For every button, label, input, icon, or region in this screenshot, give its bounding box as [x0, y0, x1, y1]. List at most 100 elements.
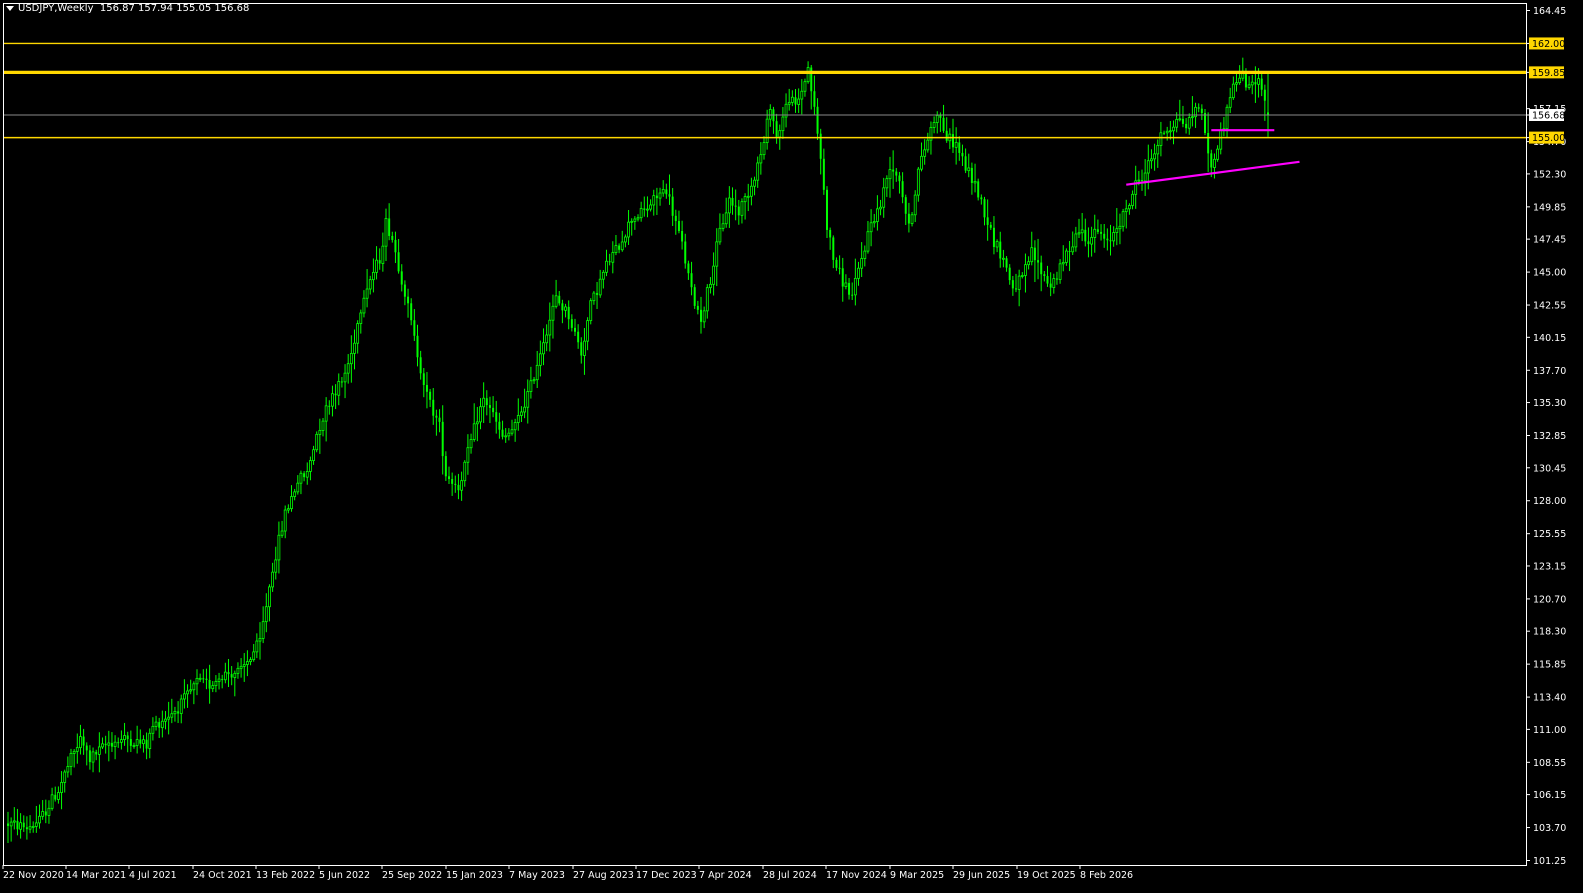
candle-body-bear: [904, 197, 907, 214]
candle-body-bull: [1231, 83, 1235, 99]
candle-body-bear: [939, 115, 942, 118]
candle-body-bear: [54, 794, 57, 800]
candle-body-bull: [932, 122, 936, 128]
candle-body-bear: [7, 823, 9, 826]
candle-body-bear: [1254, 82, 1257, 85]
candle-body-bear: [608, 261, 611, 263]
candle-body-bull: [47, 807, 51, 816]
candle-body-bull: [245, 661, 249, 665]
candle-body-bull: [702, 310, 706, 323]
price-chart[interactable]: 164.45157.15154.70152.30149.85147.45145.…: [0, 0, 1583, 893]
candle-body-bull: [727, 197, 731, 214]
ohlc-values: 156.87 157.94 155.05 156.68: [99, 3, 250, 14]
candle-body-bull: [195, 677, 199, 685]
candle-body-bull: [472, 423, 476, 440]
candle-body-bull: [866, 231, 870, 252]
candle-body-bear: [1200, 108, 1203, 113]
candle-body-bull: [1137, 179, 1141, 182]
dropdown-triangle-icon[interactable]: [6, 5, 14, 11]
candle-body-bull: [529, 380, 533, 392]
candle-body-bull: [885, 178, 889, 189]
candle-body-bull: [236, 667, 240, 674]
candle-body-bear: [558, 295, 561, 304]
level-price-label: 159.85: [1532, 68, 1565, 79]
candle-body-bear: [1043, 274, 1046, 277]
candle-body-bull: [75, 747, 79, 752]
candle-body-bull: [768, 108, 772, 120]
candle-body-bull: [132, 745, 136, 747]
candle-body-bull: [123, 735, 126, 741]
candle-body-bear: [378, 260, 381, 264]
y-tick-label: 152.30: [1533, 169, 1566, 180]
candle-body-bear: [1055, 278, 1058, 280]
candle-body-bear: [416, 335, 419, 358]
candle-body-bull: [551, 305, 555, 321]
candle-body-bear: [391, 235, 394, 240]
candle-body-bull: [170, 713, 174, 718]
candle-body-bear: [977, 181, 980, 198]
y-tick-label: 147.45: [1533, 235, 1566, 246]
candle-body-bull: [321, 420, 325, 431]
y-tick-label: 137.70: [1533, 366, 1566, 377]
candle-body-bear: [700, 309, 702, 322]
candle-body-bull: [598, 278, 602, 296]
candle-body-bear: [690, 273, 693, 288]
candle-body-bull: [661, 189, 665, 194]
candle-body-bull: [633, 218, 637, 222]
candle-body-bear: [425, 385, 428, 392]
candle-body-bull: [1146, 160, 1150, 174]
y-tick-label: 111.00: [1533, 725, 1566, 736]
candle-body-bull: [63, 771, 67, 783]
candle-body-bull: [365, 288, 369, 299]
candle-body-bull: [91, 751, 95, 763]
candle-body-bear: [498, 421, 501, 430]
candle-body-bear: [448, 476, 450, 480]
x-tick-label: 14 Mar 2021: [66, 870, 126, 881]
candle-body-bull: [923, 149, 927, 157]
candle-body-bull: [1178, 118, 1182, 121]
y-tick-label: 149.85: [1533, 202, 1566, 213]
candle-body-bear: [561, 303, 564, 311]
chart-title[interactable]: USDJPY,Weekly 156.87 157.94 155.05 156.6…: [6, 3, 249, 14]
candle-body-bull: [1061, 262, 1065, 265]
candle-body-bear: [388, 218, 391, 236]
plot-frame: [3, 3, 1527, 866]
candle-body-bull: [97, 746, 101, 755]
candle-body-bull: [312, 449, 315, 462]
candle-body-bull: [614, 245, 618, 253]
symbol-label: USDJPY,Weekly: [18, 3, 94, 14]
candle-body-bear: [570, 319, 573, 328]
candle-body-bull: [1080, 229, 1084, 234]
candle-body-bear: [696, 305, 699, 310]
candle-body-bear: [970, 167, 973, 183]
y-tick-label: 142.55: [1533, 301, 1566, 312]
candle-body-bear: [334, 393, 337, 396]
candle-body-bear: [1106, 238, 1109, 241]
candle-body-bull: [290, 496, 293, 510]
candle-body-bull: [271, 571, 275, 588]
candle-body-bull: [1225, 106, 1229, 130]
candle-body-bear: [671, 196, 674, 216]
candle-body-bear: [961, 152, 964, 157]
y-tick-label: 123.15: [1533, 561, 1566, 572]
candle-body-bear: [400, 271, 403, 285]
x-tick-label: 17 Dec 2023: [636, 870, 697, 881]
candle-body-bull: [872, 221, 876, 224]
candle-body-bull: [705, 287, 709, 312]
y-tick-label: 132.85: [1533, 431, 1566, 442]
candle-body-bear: [485, 398, 488, 406]
x-tick-label: 19 Oct 2025: [1017, 870, 1076, 881]
candle-body-bear: [419, 357, 422, 374]
candle-body-bull: [217, 678, 221, 682]
candle-body-bear: [898, 175, 901, 182]
candle-body-bear: [677, 221, 680, 232]
candle-body-bull: [466, 447, 470, 463]
trendline-1[interactable]: [1126, 160, 1300, 186]
candle-body-bull: [1172, 126, 1175, 132]
candle-body-bull: [293, 491, 297, 497]
candle-body-bull: [1112, 232, 1116, 242]
price-axis: 164.45157.15154.70152.30149.85147.45145.…: [1526, 6, 1566, 867]
candle-body-bull: [164, 718, 167, 722]
candle-body-bear: [829, 229, 832, 238]
candle-body-bull: [1191, 116, 1194, 119]
